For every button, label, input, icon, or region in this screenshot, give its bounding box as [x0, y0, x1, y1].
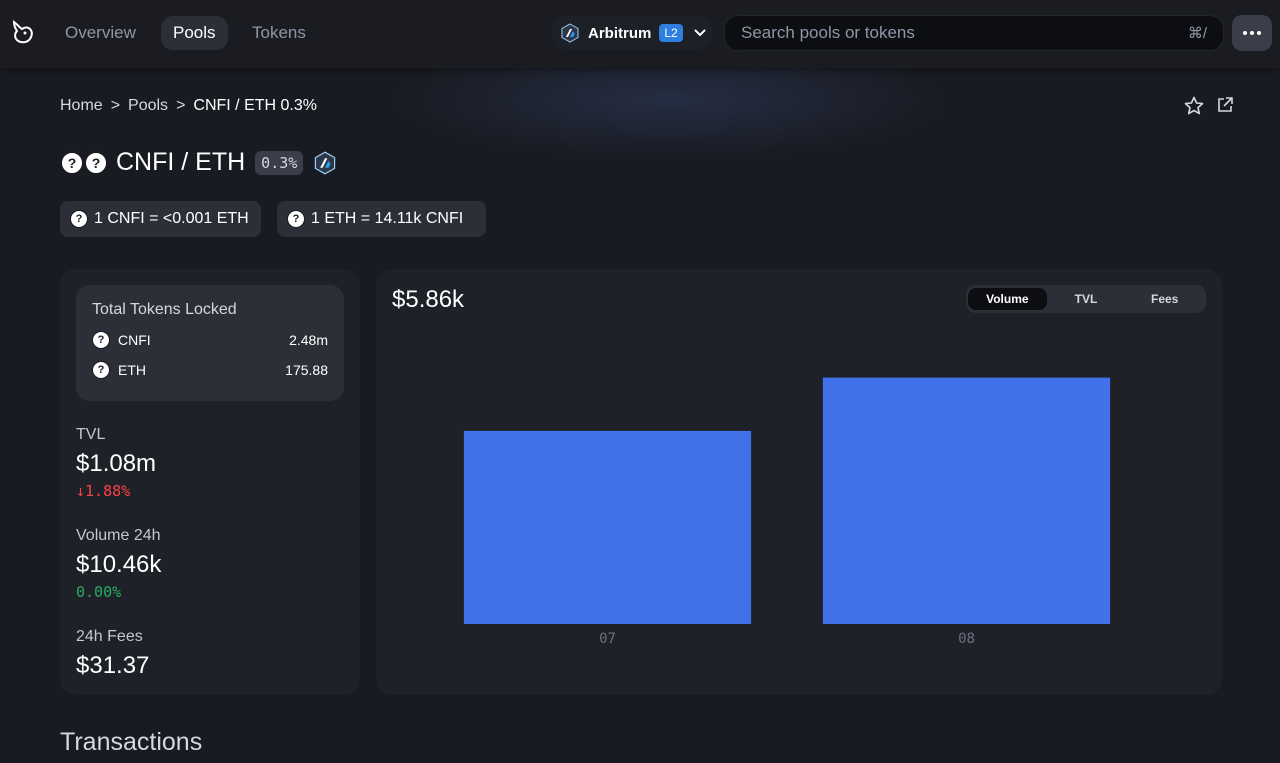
volume-chart[interactable]: 07 08 — [376, 329, 1222, 659]
stat-label: 24h Fees — [76, 628, 143, 645]
unknown-token-icon: ? — [60, 150, 84, 175]
arbitrum-icon — [315, 151, 336, 174]
unknown-token-icon: ? — [92, 361, 110, 379]
pool-stats-panel: Total Tokens Locked ? CNFI 2.48m ? ETH 1… — [60, 269, 360, 695]
locked-token-row[interactable]: ? CNFI 2.48m — [92, 331, 328, 349]
stat-label: Volume 24h — [76, 527, 161, 544]
nav-tokens[interactable]: Tokens — [240, 16, 318, 50]
arbitrum-icon — [561, 23, 579, 43]
fees-stat: 24h Fees $31.37 — [76, 628, 149, 680]
page-title: CNFI / ETH — [116, 148, 246, 176]
chart-panel: $5.86k Volume TVL Fees 07 08 — [376, 269, 1222, 695]
search-input[interactable] — [741, 23, 1188, 43]
search-bar[interactable]: ⌘/ — [724, 15, 1224, 51]
locked-title: Total Tokens Locked — [92, 301, 237, 318]
breadcrumb-separator: > — [110, 97, 121, 114]
chart-bar[interactable] — [822, 377, 1111, 624]
stat-label: TVL — [76, 426, 106, 443]
stat-value: $31.37 — [76, 652, 150, 679]
breadcrumb-current: CNFI / ETH 0.3% — [193, 97, 317, 114]
breadcrumb: Home > Pools > CNFI / ETH 0.3% — [60, 97, 317, 115]
unknown-token-icon: ? — [70, 210, 88, 228]
pool-header: ? ? CNFI / ETH 0.3% — [60, 148, 337, 177]
network-label: Arbitrum — [588, 24, 652, 42]
tab-tvl[interactable]: TVL — [1047, 288, 1126, 310]
network-selector[interactable]: Arbitrum L2 — [552, 16, 712, 50]
total-tokens-locked-card: Total Tokens Locked ? CNFI 2.48m ? ETH 1… — [76, 285, 344, 401]
nav-pools[interactable]: Pools — [161, 16, 228, 50]
more-button[interactable] — [1232, 15, 1272, 51]
breadcrumb-separator: > — [176, 97, 186, 114]
stat-change-value: 1.88% — [85, 482, 131, 500]
unknown-token-icon: ? — [287, 210, 305, 228]
price-chip-label: 1 ETH = 14.11k CNFI — [311, 210, 464, 227]
fee-tier-badge: 0.3% — [255, 150, 304, 175]
tab-volume[interactable]: Volume — [968, 288, 1047, 310]
l2-badge: L2 — [659, 24, 683, 42]
price-chip-cnfi[interactable]: ? 1 CNFI = <0.001 ETH — [60, 201, 261, 237]
breadcrumb-home[interactable]: Home — [60, 97, 103, 115]
star-icon[interactable] — [1184, 96, 1204, 116]
transactions-heading: Transactions — [60, 728, 203, 756]
locked-token-row[interactable]: ? ETH 175.88 — [92, 361, 328, 379]
stat-change: ↓1.88% — [76, 482, 156, 500]
top-nav: Overview Pools Tokens Arbitrum L2 ⌘/ — [0, 0, 1280, 68]
nav-overview[interactable]: Overview — [53, 16, 148, 50]
chart-value: $5.86k — [392, 286, 465, 313]
unknown-token-icon: ? — [92, 331, 110, 349]
external-link-icon[interactable] — [1216, 96, 1234, 114]
locked-token-amount: 2.48m — [289, 332, 328, 348]
stat-change-value: 0.00% — [76, 583, 122, 601]
price-chip-label: 1 CNFI = <0.001 ETH — [94, 210, 249, 227]
stat-value: $1.08m — [76, 450, 157, 477]
price-chip-eth[interactable]: ? 1 ETH = 14.11k CNFI — [277, 201, 486, 237]
tab-fees[interactable]: Fees — [1125, 288, 1204, 310]
locked-token-symbol: ETH — [118, 362, 146, 378]
breadcrumb-pools[interactable]: Pools — [128, 97, 168, 115]
pool-actions — [1184, 96, 1234, 116]
unknown-token-icon: ? — [84, 150, 108, 175]
x-tick-label: 08 — [958, 631, 975, 647]
uniswap-logo-icon[interactable] — [10, 19, 36, 45]
search-shortcut: ⌘/ — [1187, 25, 1207, 42]
volume-stat: Volume 24h $10.46k 0.00% — [76, 527, 161, 601]
x-tick-label: 07 — [599, 631, 616, 647]
locked-token-symbol: CNFI — [118, 332, 151, 348]
tvl-stat: TVL $1.08m ↓1.88% — [76, 426, 156, 500]
locked-token-amount: 175.88 — [285, 362, 328, 378]
stat-value: $10.46k — [76, 551, 162, 578]
arrow-down-icon: ↓ — [76, 482, 86, 500]
chevron-down-icon — [693, 29, 706, 37]
chart-bar[interactable] — [463, 430, 752, 624]
chart-type-toggle: Volume TVL Fees — [966, 285, 1206, 313]
ellipsis-icon — [1243, 31, 1261, 35]
